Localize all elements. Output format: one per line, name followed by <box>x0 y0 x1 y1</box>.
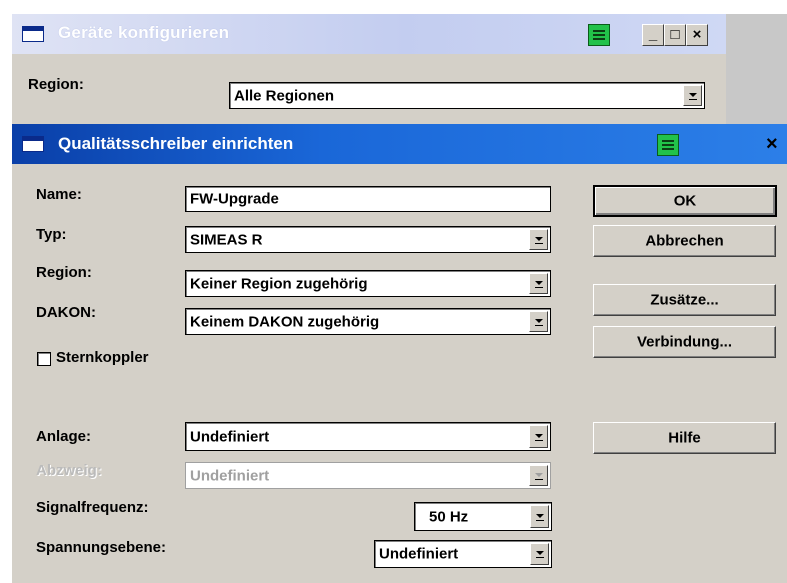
print-icon[interactable] <box>588 24 610 46</box>
dropdown-arrow-icon[interactable] <box>683 85 702 106</box>
spannungsebene-label: Spannungsebene: <box>36 539 167 556</box>
region-label: Region: <box>36 264 92 281</box>
anlage-select[interactable]: Undefiniert <box>185 422 551 451</box>
hilfe-button[interactable]: Hilfe <box>593 422 776 454</box>
signalfrequenz-value: 50 Hz <box>429 508 469 525</box>
minimize-icon[interactable]: _ <box>642 24 664 46</box>
abbrechen-button-label: Abbrechen <box>645 232 724 250</box>
anlage-value: Undefiniert <box>190 428 270 445</box>
background-region-label: Region: <box>28 76 84 93</box>
typ-label: Typ: <box>36 226 67 243</box>
signalfrequenz-label: Signalfrequenz: <box>36 499 149 516</box>
ok-button-label: OK <box>673 192 697 210</box>
dialog-titlebar[interactable]: Qualitätsschreiber einrichten × <box>12 124 787 164</box>
ok-button[interactable]: OK <box>593 185 777 217</box>
print-icon[interactable] <box>657 134 679 156</box>
background-region-value: Alle Regionen <box>234 87 335 104</box>
maximize-icon[interactable]: □ <box>664 24 686 46</box>
region-value: Keiner Region zugehörig <box>190 275 368 292</box>
name-value: FW-Upgrade <box>190 190 279 208</box>
typ-select[interactable]: SIMEAS R <box>185 226 551 253</box>
dakon-value: Keinem DAKON zugehörig <box>190 313 380 330</box>
close-icon[interactable]: × <box>766 133 778 156</box>
typ-value: SIMEAS R <box>190 231 263 248</box>
dropdown-arrow-icon <box>529 465 548 486</box>
background-window-title: Geräte konfigurieren <box>58 23 230 42</box>
name-input[interactable]: FW-Upgrade <box>185 186 551 212</box>
abzweig-label: Abzweig: <box>36 462 102 479</box>
background-window: Geräte konfigurieren _ □ × Region: Alle … <box>12 14 726 124</box>
anlage-label: Anlage: <box>36 428 92 445</box>
spannungsebene-value: Undefiniert <box>379 545 459 563</box>
dropdown-arrow-icon[interactable] <box>530 505 549 528</box>
abzweig-select: Undefiniert <box>185 462 551 489</box>
dialog-title: Qualitätsschreiber einrichten <box>58 134 294 153</box>
sternkoppler-label[interactable]: Sternkoppler <box>56 349 149 366</box>
name-label: Name: <box>36 186 82 203</box>
zusaetze-button-label: Zusätze... <box>650 291 719 309</box>
dropdown-arrow-icon[interactable] <box>529 425 548 448</box>
zusaetze-button[interactable]: Zusätze... <box>593 284 776 316</box>
abzweig-value: Undefiniert <box>190 467 270 484</box>
verbindung-button-label: Verbindung... <box>636 333 732 351</box>
close-icon[interactable]: × <box>686 24 708 46</box>
signalfrequenz-select[interactable]: 50 Hz <box>414 502 552 531</box>
window-icon <box>22 26 44 42</box>
sternkoppler-checkbox[interactable] <box>37 352 51 366</box>
abbrechen-button[interactable]: Abbrechen <box>593 225 776 257</box>
dropdown-arrow-icon[interactable] <box>529 311 548 332</box>
dialog-window: Qualitätsschreiber einrichten × Name: FW… <box>12 124 787 583</box>
hilfe-button-label: Hilfe <box>668 429 701 447</box>
region-select[interactable]: Keiner Region zugehörig <box>185 270 551 297</box>
dropdown-arrow-icon[interactable] <box>530 543 549 565</box>
dakon-select[interactable]: Keinem DAKON zugehörig <box>185 308 551 335</box>
desktop-area <box>726 14 787 124</box>
dakon-label: DAKON: <box>36 304 96 321</box>
dropdown-arrow-icon[interactable] <box>529 273 548 294</box>
background-window-titlebar[interactable]: Geräte konfigurieren _ □ × <box>12 14 726 54</box>
window-icon <box>22 136 44 152</box>
verbindung-button[interactable]: Verbindung... <box>593 326 776 358</box>
background-region-select[interactable]: Alle Regionen <box>229 82 705 109</box>
dropdown-arrow-icon[interactable] <box>529 229 548 250</box>
spannungsebene-select[interactable]: Undefiniert <box>374 540 552 568</box>
